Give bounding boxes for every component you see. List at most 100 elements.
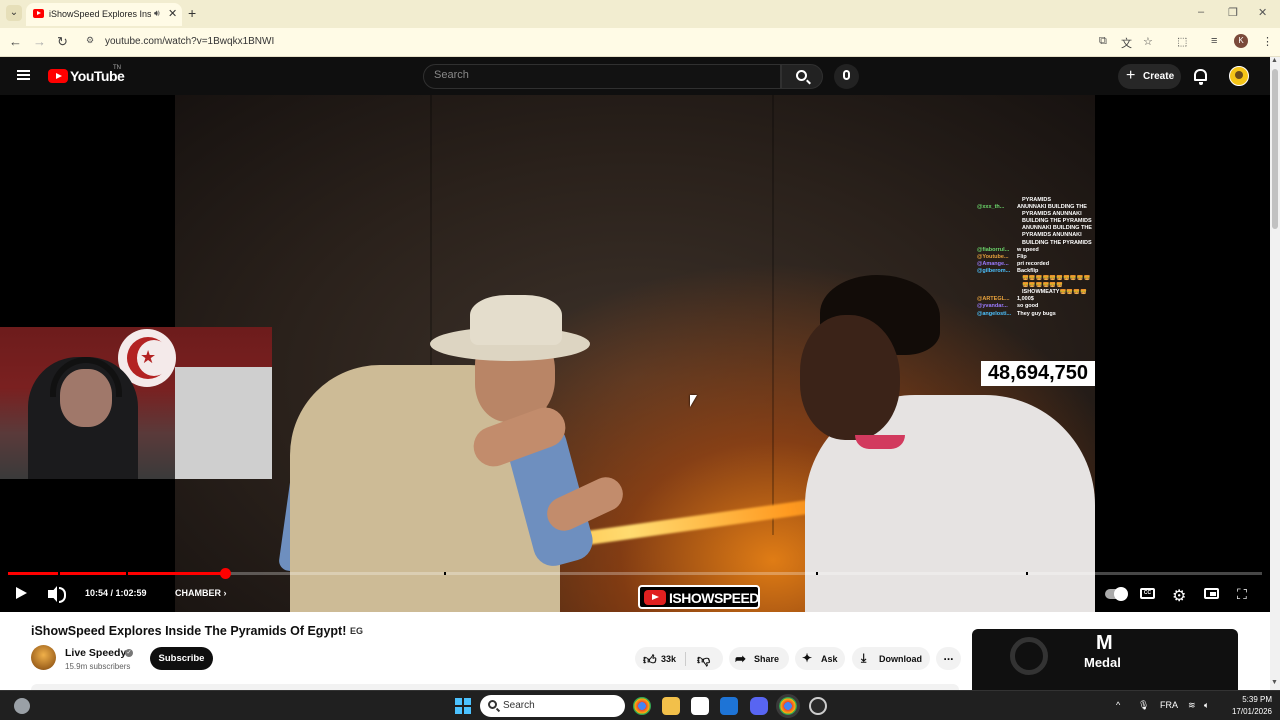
bookmark-star-icon[interactable]: ☆ <box>1143 35 1153 48</box>
like-count[interactable]: 33k <box>661 654 676 664</box>
time-display: 10:54 / 1:02:59 <box>85 588 147 598</box>
discord-app-icon[interactable] <box>750 697 768 715</box>
window-close-icon[interactable]: ✕ <box>1258 6 1267 19</box>
chat-message: @ARTEGL... 1,000$ <box>977 296 1095 303</box>
notifications-bell-icon[interactable] <box>1194 69 1207 85</box>
volume-icon[interactable] <box>48 586 66 603</box>
minimize-icon[interactable]: – <box>1198 6 1204 18</box>
chrome-app-icon[interactable] <box>633 697 651 715</box>
autoplay-toggle[interactable] <box>1105 587 1128 601</box>
browser-profile-avatar[interactable]: K <box>1234 34 1248 48</box>
browser-menu-icon[interactable]: ⋮ <box>1262 35 1273 48</box>
chat-message: ISHOWMEATY🍔🍔🍔🍔 <box>977 289 1095 296</box>
scroll-up-arrow-icon[interactable]: ▲ <box>1271 57 1278 64</box>
plus-icon: + <box>1126 67 1136 84</box>
chat-message: @Amange... pri recorded <box>977 261 1095 268</box>
chat-message: @gilberom... Backflip <box>977 268 1095 275</box>
start-menu-icon[interactable] <box>455 698 471 714</box>
ask-button[interactable]: ✦ Ask <box>795 647 845 670</box>
tab-audio-icon[interactable]: 🔊︎ <box>154 8 160 19</box>
forward-icon[interactable]: → <box>33 34 46 49</box>
translate-icon[interactable]: 文 <box>1121 35 1132 51</box>
chat-text: ANUNNAKI BUILDING THE <box>1017 204 1087 211</box>
ask-label: Ask <box>821 654 838 664</box>
miniplayer-icon[interactable] <box>1204 588 1219 599</box>
speaker-icon[interactable]: 🔈︎ <box>1204 700 1209 711</box>
play-icon[interactable] <box>16 587 27 599</box>
sponsor-ad-card[interactable]: Medal <box>972 629 1238 690</box>
microphone-icon <box>843 70 850 80</box>
mail-app-icon[interactable] <box>720 697 738 715</box>
subtitles-icon[interactable]: CC <box>1140 588 1155 599</box>
chat-text: 1,000$ <box>1017 296 1034 303</box>
share-button[interactable]: ➦ Share <box>729 647 789 670</box>
taskbar-search-label: Search <box>503 700 535 711</box>
language-indicator[interactable]: FRA <box>1160 700 1178 710</box>
stream-chat-overlay: PYRAMIDS @xxx_th... ANUNNAKI BUILDING THE P… <box>977 197 1095 352</box>
maximize-icon[interactable]: ❐ <box>1228 6 1238 19</box>
extensions-icon[interactable]: ⬚ <box>1177 35 1187 48</box>
file-explorer-icon[interactable] <box>662 697 680 715</box>
page-scrollbar[interactable]: ▲ ▼ <box>1270 57 1280 690</box>
sponsor-name: Medal <box>1084 655 1121 670</box>
search-box[interactable] <box>423 64 781 89</box>
account-avatar[interactable] <box>1229 66 1249 86</box>
progress-bar[interactable] <box>8 568 1262 579</box>
search-button[interactable] <box>781 64 823 89</box>
tray-overflow-icon[interactable]: ^ <box>1116 700 1120 710</box>
taskbar-search[interactable]: Search <box>480 695 625 717</box>
chat-message: ANUNNAKI BUILDING THE <box>977 225 1095 232</box>
youtube-header: YouTube TN + Create <box>0 57 1270 95</box>
chapter-marker <box>1026 572 1028 575</box>
subscriber-count: 15.9m subscribers <box>65 662 131 671</box>
voice-search-button[interactable] <box>834 64 859 89</box>
browser-tab-bar: ⌄ iShowSpeed Explores Inside 🔊︎ ✕ + – ❐ … <box>0 0 1280 28</box>
fullscreen-icon[interactable]: ⛶ <box>1237 586 1247 603</box>
chat-username: @fiaborrul... <box>977 246 1010 253</box>
thumbs-down-icon[interactable]: 👎︎ <box>697 652 710 668</box>
chat-text: ISHOWMEATY🍔🍔🍔🍔 <box>1022 289 1087 296</box>
progress-scrubber[interactable] <box>219 568 231 579</box>
system-clock[interactable]: 5:39 PM 17/01/2026 <box>1222 694 1272 718</box>
tab-close-icon[interactable]: ✕ <box>168 7 177 20</box>
search-input[interactable] <box>434 69 764 81</box>
channel-avatar[interactable] <box>31 645 56 670</box>
create-button[interactable]: + Create <box>1118 64 1181 89</box>
reload-icon[interactable]: ↻ <box>57 34 68 50</box>
youtube-logo-icon[interactable] <box>48 69 68 83</box>
url-field[interactable]: youtube.com/watch?v=1Bwqkx1BNWI <box>105 36 274 47</box>
star-icon: ★ <box>140 347 157 367</box>
tab-search-chevron-icon[interactable]: ⌄ <box>6 5 22 21</box>
widgets-icon[interactable] <box>14 698 30 714</box>
install-app-icon[interactable]: ⧉ <box>1099 35 1107 48</box>
chat-message: 🍔🍔🍔🍔🍔🍔🍔🍔🍔🍔 <box>977 275 1095 282</box>
channel-watermark: ISHOWSPEED <box>638 585 760 609</box>
microphone-tray-icon[interactable]: 🎙︎ <box>1138 700 1149 711</box>
browser-tab-active[interactable]: iShowSpeed Explores Inside 🔊︎ ✕ <box>26 3 182 26</box>
scroll-down-arrow-icon[interactable]: ▼ <box>1271 679 1278 686</box>
video-player[interactable]: PYRAMIDS @xxx_th... ANUNNAKI BUILDING THE P… <box>0 95 1270 612</box>
obs-app-icon[interactable] <box>809 697 827 715</box>
scrollbar-thumb[interactable] <box>1272 69 1278 229</box>
thumbs-up-icon[interactable]: 👍︎ <box>643 652 657 668</box>
new-tab-icon[interactable]: + <box>188 5 196 21</box>
site-info-icon[interactable]: ⚙ <box>84 35 96 47</box>
more-actions-button[interactable]: ... <box>936 647 961 670</box>
chat-message: PYRAMIDS ANUNNAKI <box>977 232 1095 239</box>
chat-message: @fiaborrul... w speed <box>977 247 1095 254</box>
channel-name[interactable]: Live Speedy <box>65 647 126 659</box>
menu-icon[interactable] <box>17 70 30 80</box>
download-button[interactable]: ⤓ Download <box>852 647 930 670</box>
settings-gear-icon[interactable]: ⚙ <box>1172 586 1186 606</box>
subscribe-button[interactable]: Subscribe <box>150 647 213 670</box>
wifi-icon[interactable]: ≋ <box>1188 700 1196 711</box>
store-app-icon[interactable] <box>691 697 709 715</box>
back-icon[interactable]: ← <box>9 34 22 49</box>
chat-username: @ARTEGL... <box>977 296 1010 303</box>
search-icon <box>796 70 807 81</box>
chrome-active-app-icon[interactable] <box>776 694 800 718</box>
chapter-button[interactable]: CHAMBER › <box>175 588 227 598</box>
chat-username: @angelosti... <box>977 310 1012 317</box>
chat-text: so good <box>1017 303 1039 310</box>
reading-list-icon[interactable]: ≡ <box>1211 35 1217 47</box>
